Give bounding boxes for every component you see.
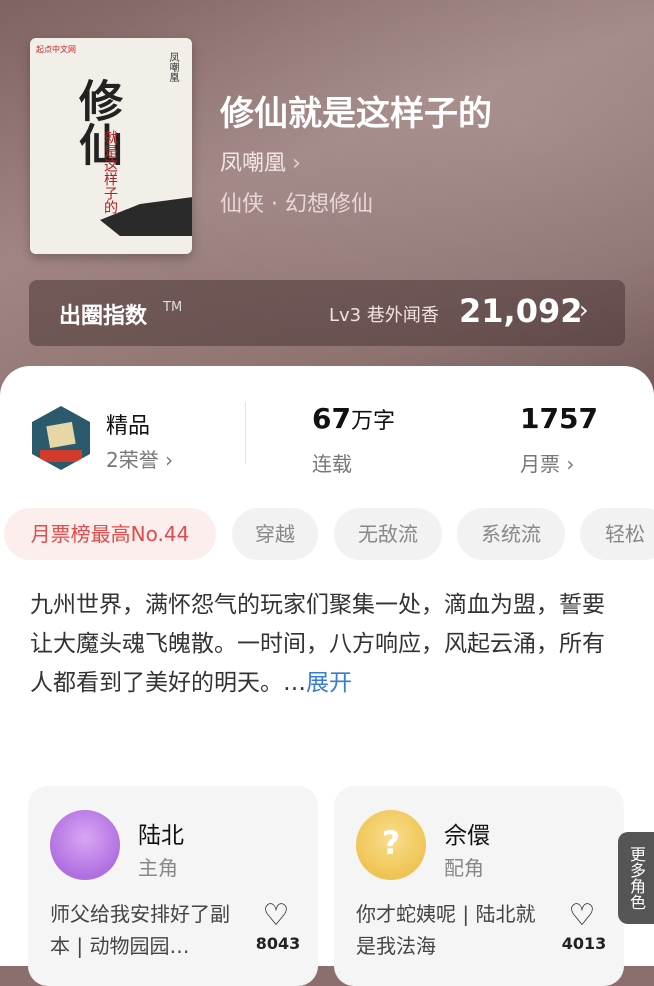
popularity-index-bar[interactable]: 出圈指数 TM Lv3 巷外闻香 21,092 › [29, 280, 625, 346]
trademark-mark: TM [163, 300, 183, 315]
divider [245, 402, 246, 464]
word-count-unit: 万字 [350, 409, 395, 434]
character-role: 主角 [138, 856, 178, 880]
character-card[interactable]: 陆北 主角 师父给我安排好了副本 | 动物园园… ♡ 8043 [28, 786, 318, 986]
cover-author: 凤嘲凰 [167, 52, 178, 82]
character-card[interactable]: ? 佘儇 配角 你才蛇姨呢 | 陆北就是我法海 ♡ 4013 [334, 786, 624, 986]
more-roles-button[interactable]: 更多角色 [618, 832, 654, 924]
avatar [50, 810, 120, 880]
word-count: 67万字 [312, 402, 395, 435]
quality-badge-icon [32, 406, 90, 470]
quality-label: 精品 [106, 414, 151, 439]
tag-item[interactable]: 轻松 [580, 508, 654, 560]
book-description: 九州世界，满怀怨气的玩家们聚集一处，滴血为盟，誓要让大魔头魂飞魄散。一时间，八方… [30, 586, 620, 703]
chevron-right-icon: › [579, 296, 589, 324]
cover-brand: 起点中文网 [36, 45, 76, 54]
cover-subtitle: 就是这样子的 [102, 130, 118, 214]
tag-item[interactable]: 穿越 [232, 508, 318, 560]
like-count: 8043 [255, 934, 301, 953]
genre-label: 仙侠 · 幻想修仙 [220, 192, 373, 217]
heart-icon[interactable]: ♡ [258, 898, 294, 933]
index-label: 出圈指数 [59, 304, 148, 329]
character-quote: 师父给我安排好了副本 | 动物园园… [50, 902, 230, 958]
character-quote: 你才蛇姨呢 | 陆北就是我法海 [356, 902, 536, 958]
book-title: 修仙就是这样子的 [220, 94, 492, 134]
honor-link[interactable]: 2荣誉 › [106, 444, 173, 473]
tag-list: 月票榜最高No.44 穿越 无敌流 系统流 轻松 [4, 508, 654, 560]
badge-ribbon [40, 450, 82, 462]
avatar: ? [356, 810, 426, 880]
heart-icon[interactable]: ♡ [564, 898, 600, 933]
index-rank: Lv3 巷外闻香 [329, 305, 439, 326]
badge-book-shape [46, 421, 76, 449]
author-link[interactable]: 凤嘲凰 › [220, 145, 301, 177]
tag-item[interactable]: 系统流 [457, 508, 565, 560]
detail-panel: 精品 2荣誉 › 67万字 连载 1757 月票 › 月票榜最高No.44 穿越… [0, 366, 654, 986]
serial-status: 连载 [312, 452, 352, 476]
question-mark-icon: ? [381, 824, 401, 862]
character-role: 配角 [444, 856, 484, 880]
like-count: 4013 [561, 934, 607, 953]
monthly-tickets-link[interactable]: 月票 › [520, 448, 574, 477]
monthly-tickets-count: 1757 [520, 402, 598, 435]
word-count-number: 67 [312, 402, 351, 435]
character-name: 陆北 [138, 823, 184, 849]
character-name: 佘儇 [444, 823, 490, 849]
index-value: 21,092 [459, 292, 583, 330]
expand-link[interactable]: 展开 [306, 670, 352, 696]
chevron-right-icon: › [292, 151, 301, 176]
tag-item[interactable]: 无敌流 [334, 508, 442, 560]
author-name: 凤嘲凰 [220, 151, 287, 176]
book-cover[interactable]: 起点中文网 凤嘲凰 修仙 就是这样子的 [30, 38, 192, 254]
tag-ranking[interactable]: 月票榜最高No.44 [4, 508, 216, 560]
